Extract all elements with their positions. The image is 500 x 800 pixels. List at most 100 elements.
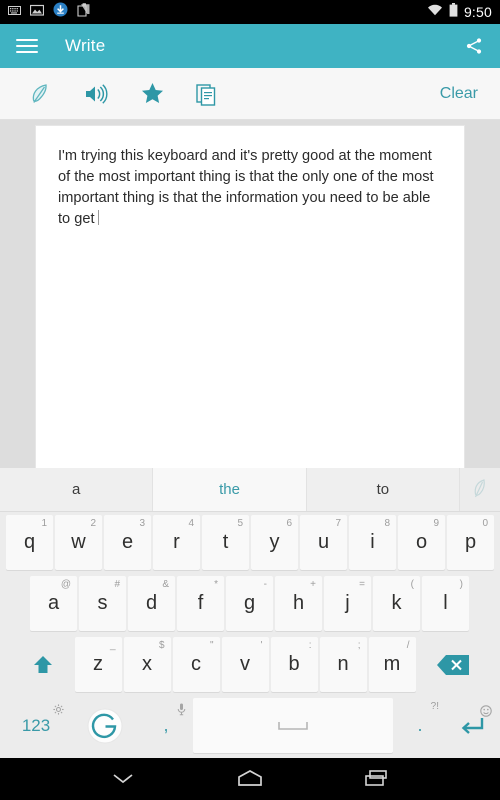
key-label: g xyxy=(243,592,256,614)
key-l[interactable]: ) l xyxy=(422,576,469,631)
key-label: l xyxy=(443,592,448,614)
key-sup: 5 xyxy=(237,518,243,529)
key-label: 123 xyxy=(21,715,51,735)
action-toolbar: Clear xyxy=(0,68,500,120)
image-icon xyxy=(29,3,45,21)
key-e[interactable]: 3e xyxy=(104,515,151,570)
key-d[interactable]: & d xyxy=(128,576,175,631)
key-p[interactable]: 0p xyxy=(447,515,494,570)
clear-button[interactable]: Clear xyxy=(430,85,488,103)
key-label: t xyxy=(222,531,229,553)
key-sup: 4 xyxy=(188,518,194,529)
star-icon[interactable] xyxy=(124,68,180,120)
key-label: d xyxy=(145,592,158,614)
key-sup: & xyxy=(162,579,169,590)
recents-icon[interactable] xyxy=(347,758,407,798)
key-sup: 1 xyxy=(41,518,47,529)
key-sup: 3 xyxy=(139,518,145,529)
key-sup: 7 xyxy=(335,518,341,529)
note-text: I'm trying this keyboard and it's pretty… xyxy=(58,148,438,227)
key-sup: ( xyxy=(410,579,414,590)
period-key[interactable]: ?! . xyxy=(395,698,445,753)
key-x[interactable]: $ x xyxy=(123,637,171,692)
key-m[interactable]: / m xyxy=(368,637,416,692)
wifi-icon xyxy=(427,3,443,21)
key-sup: 8 xyxy=(384,518,390,529)
key-sup: ; xyxy=(357,640,361,651)
keyboard-row-2: @ a # s & d * f -g + h = j (k ) l xyxy=(0,573,500,634)
suggestion-1[interactable]: the xyxy=(153,468,307,511)
page-title: Write xyxy=(65,36,106,55)
key-v[interactable]: ' v xyxy=(221,637,269,692)
key-g[interactable]: -g xyxy=(226,576,273,631)
app-bar: Write xyxy=(0,24,500,68)
numeric-mode-key[interactable]: 123 xyxy=(3,698,69,753)
key-label: k xyxy=(391,592,402,614)
navigation-bar xyxy=(0,758,500,798)
key-label: x xyxy=(142,653,152,675)
note-paper[interactable]: I'm trying this keyboard and it's pretty… xyxy=(36,126,464,474)
key-label: w xyxy=(71,531,86,553)
key-a[interactable]: @ a xyxy=(30,576,77,631)
key-label: v xyxy=(240,653,250,675)
key-k[interactable]: (k xyxy=(373,576,420,631)
key-label: j xyxy=(345,592,350,614)
key-label: a xyxy=(47,592,60,614)
key-y[interactable]: 6y xyxy=(251,515,298,570)
speaker-icon[interactable] xyxy=(68,68,124,120)
shift-icon[interactable] xyxy=(12,637,73,692)
key-sup: # xyxy=(114,579,120,590)
suggestion-2[interactable]: to xyxy=(306,468,460,511)
key-u[interactable]: 7u xyxy=(300,515,347,570)
key-label: r xyxy=(173,531,180,553)
key-sup: @ xyxy=(60,579,71,590)
key-j[interactable]: = j xyxy=(324,576,371,631)
copy-icon[interactable] xyxy=(180,68,236,120)
clipboard-icon xyxy=(77,2,91,22)
key-sup: / xyxy=(406,640,410,651)
space-key[interactable] xyxy=(193,698,393,753)
key-label: i xyxy=(370,531,375,553)
key-b[interactable]: :b xyxy=(270,637,318,692)
key-t[interactable]: 5t xyxy=(202,515,249,570)
key-q[interactable]: 1q xyxy=(6,515,53,570)
key-sup: = xyxy=(359,579,365,590)
key-n[interactable]: ; n xyxy=(319,637,367,692)
share-icon[interactable] xyxy=(464,36,484,56)
key-o[interactable]: 9o xyxy=(398,515,445,570)
key-r[interactable]: 4r xyxy=(153,515,200,570)
key-h[interactable]: + h xyxy=(275,576,322,631)
key-label: u xyxy=(317,531,330,553)
key-w[interactable]: 2w xyxy=(55,515,102,570)
key-label: z xyxy=(93,653,103,675)
feather-icon[interactable] xyxy=(12,68,68,120)
key-sup: 9 xyxy=(433,518,439,529)
note-text-area[interactable]: I'm trying this keyboard and it's pretty… xyxy=(58,146,442,229)
key-z[interactable]: _ z xyxy=(74,637,122,692)
key-label: o xyxy=(415,531,428,553)
suggestion-0[interactable]: a xyxy=(0,468,154,511)
hamburger-icon[interactable] xyxy=(16,39,38,53)
key-label: y xyxy=(269,531,280,553)
suggestion-bar: a the to xyxy=(0,468,500,512)
key-f[interactable]: * f xyxy=(177,576,224,631)
key-i[interactable]: 8i xyxy=(349,515,396,570)
text-caret xyxy=(97,209,99,225)
google-icon[interactable] xyxy=(71,698,139,753)
key-label: s xyxy=(97,592,108,614)
battery-icon xyxy=(449,2,458,22)
feather-icon[interactable] xyxy=(459,468,500,511)
keyboard-row-4: 123 , ?! . xyxy=(0,695,500,756)
key-sup: ?! xyxy=(430,701,439,712)
comma-key[interactable]: , xyxy=(141,698,191,753)
key-c[interactable]: " c xyxy=(172,637,220,692)
key-s[interactable]: # s xyxy=(79,576,126,631)
enter-icon[interactable] xyxy=(447,698,497,753)
chevron-down-icon[interactable] xyxy=(93,758,153,798)
download-icon xyxy=(53,2,68,22)
key-sup: 6 xyxy=(286,518,292,529)
home-icon[interactable] xyxy=(220,758,280,798)
keyboard-icon xyxy=(8,3,21,21)
status-bar-system: 9:50 xyxy=(427,2,492,22)
backspace-icon[interactable] xyxy=(417,637,488,692)
